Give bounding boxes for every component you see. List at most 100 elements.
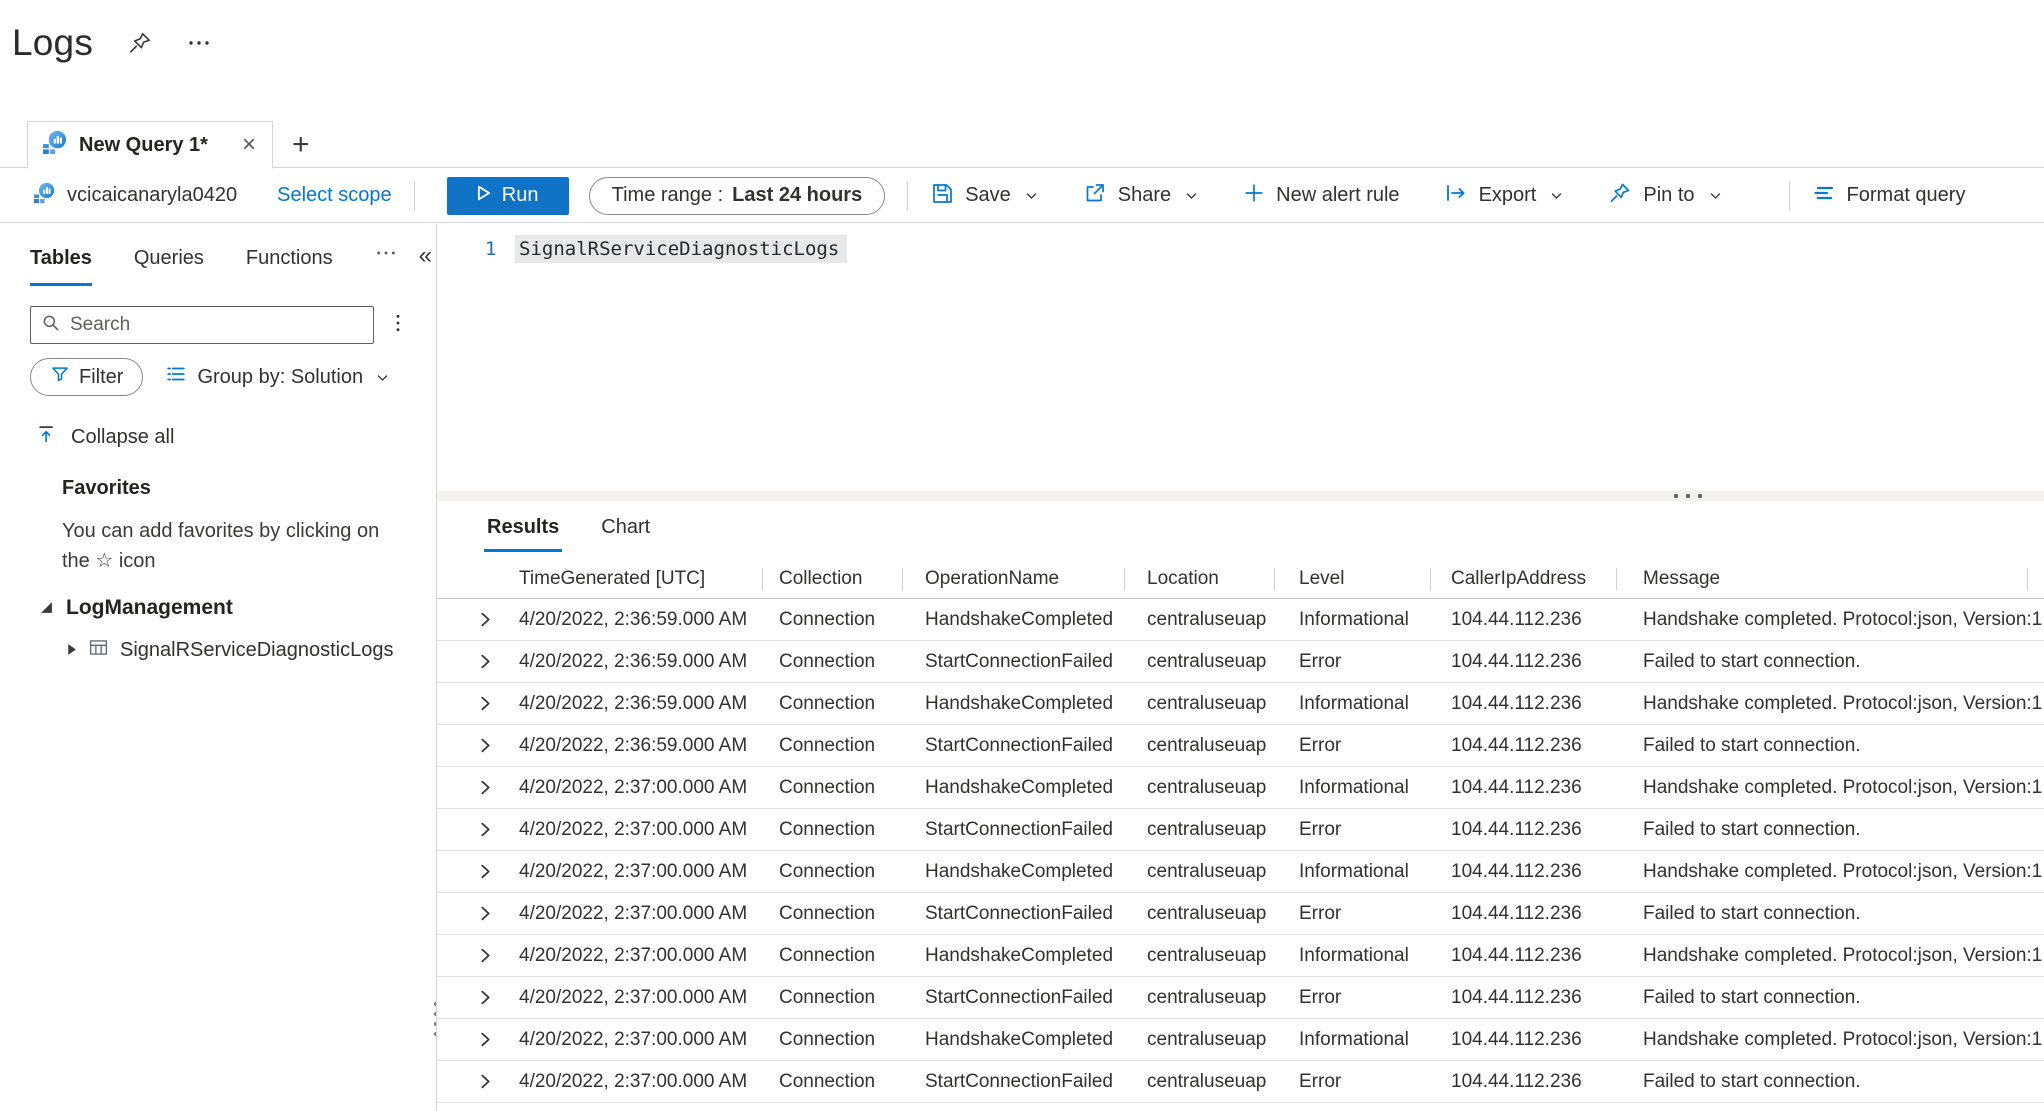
- column-header-message[interactable]: Message: [1617, 559, 2028, 598]
- tab-tables[interactable]: Tables: [30, 247, 92, 286]
- cell-operationname: HandshakeCompleted: [903, 683, 1125, 724]
- query-editor[interactable]: 1 SignalRServiceDiagnosticLogs: [437, 224, 2044, 491]
- table-row[interactable]: 4/20/2022, 2:37:00.000 AM Connection Sta…: [437, 809, 2044, 851]
- chevron-right-icon[interactable]: [474, 776, 497, 799]
- cell-message: Handshake completed. Protocol:json, Vers…: [1617, 1019, 2044, 1060]
- save-icon: [930, 181, 954, 211]
- format-query-button[interactable]: Format query: [1812, 181, 1966, 211]
- column-header-level[interactable]: Level: [1275, 559, 1431, 598]
- cell-location: centraluseuap: [1125, 1061, 1275, 1102]
- chevron-down-icon: [1708, 188, 1723, 203]
- new-alert-rule-button[interactable]: New alert rule: [1243, 182, 1399, 210]
- cell-calleripaddress: 104.44.112.236: [1431, 683, 1617, 724]
- cell-calleripaddress: 104.44.112.236: [1431, 599, 1617, 640]
- log-analytics-icon: [42, 130, 67, 160]
- more-options-icon[interactable]: [375, 242, 397, 269]
- main-content: 1 SignalRServiceDiagnosticLogs Results C…: [437, 224, 2044, 1111]
- tab-queries[interactable]: Queries: [134, 247, 204, 283]
- column-header-location[interactable]: Location: [1125, 559, 1275, 598]
- format-query-label: Format query: [1847, 184, 1966, 207]
- run-button[interactable]: Run: [447, 177, 569, 215]
- column-header-operationname[interactable]: OperationName: [903, 559, 1125, 598]
- chevron-right-icon[interactable]: [474, 944, 497, 967]
- cell-message: Handshake completed. Protocol:json, Vers…: [1617, 935, 2044, 976]
- pin-to-button[interactable]: Pin to: [1608, 181, 1722, 211]
- share-button[interactable]: Share: [1083, 181, 1199, 211]
- filter-button[interactable]: Filter: [30, 358, 143, 396]
- cell-level: Error: [1275, 809, 1431, 850]
- cell-timegenerated: 4/20/2022, 2:37:00.000 AM: [501, 893, 763, 934]
- line-number: 1: [485, 238, 496, 260]
- close-icon[interactable]: ×: [240, 133, 258, 157]
- search-input[interactable]: [70, 314, 363, 336]
- cell-operationname: HandshakeCompleted: [903, 935, 1125, 976]
- chevron-right-icon[interactable]: [474, 608, 497, 631]
- chevron-right-icon[interactable]: [474, 692, 497, 715]
- chevron-right-icon[interactable]: [474, 902, 497, 925]
- table-row[interactable]: 4/20/2022, 2:36:59.000 AM Connection Han…: [437, 599, 2044, 641]
- table-icon: [88, 637, 109, 664]
- table-row[interactable]: 4/20/2022, 2:36:59.000 AM Connection Sta…: [437, 725, 2044, 767]
- search-box[interactable]: [30, 306, 374, 344]
- collapse-all-icon: [36, 423, 58, 451]
- results-splitter[interactable]: [437, 491, 2044, 501]
- table-row[interactable]: 4/20/2022, 2:37:00.000 AM Connection Sta…: [437, 977, 2044, 1019]
- cell-level: Informational: [1275, 1019, 1431, 1060]
- tab-results[interactable]: Results: [484, 516, 562, 552]
- tab-new-query[interactable]: New Query 1* ×: [27, 121, 273, 169]
- column-header-collection[interactable]: Collection: [763, 559, 903, 598]
- search-icon: [41, 313, 61, 338]
- kebab-icon[interactable]: [388, 312, 408, 339]
- tree-item-signalrservicediagnosticlogs[interactable]: SignalRServiceDiagnosticLogs: [66, 637, 436, 664]
- chevron-right-icon[interactable]: [474, 1028, 497, 1051]
- chevron-right-icon[interactable]: [474, 818, 497, 841]
- table-row[interactable]: 4/20/2022, 2:37:00.000 AM Connection Sta…: [437, 893, 2044, 935]
- tab-chart[interactable]: Chart: [598, 516, 653, 552]
- search-row: [30, 306, 408, 344]
- table-row[interactable]: 4/20/2022, 2:37:00.000 AM Connection Han…: [437, 851, 2044, 893]
- cell-message: Failed to start connection.: [1617, 977, 2044, 1018]
- pin-icon[interactable]: [127, 30, 153, 56]
- new-tab-button[interactable]: +: [292, 127, 310, 163]
- cell-timegenerated: 4/20/2022, 2:37:00.000 AM: [501, 977, 763, 1018]
- chevron-right-icon[interactable]: [474, 650, 497, 673]
- cell-message: Handshake completed. Protocol:json, Vers…: [1617, 599, 2044, 640]
- chevron-right-icon[interactable]: [474, 986, 497, 1009]
- cell-collection: Connection: [763, 767, 903, 808]
- select-scope-link[interactable]: Select scope: [277, 184, 392, 207]
- cell-collection: Connection: [763, 1061, 903, 1102]
- run-label: Run: [502, 184, 539, 207]
- export-button[interactable]: Export: [1444, 181, 1565, 211]
- tab-functions[interactable]: Functions: [246, 247, 333, 283]
- cell-calleripaddress: 104.44.112.236: [1431, 1061, 1617, 1102]
- table-row[interactable]: 4/20/2022, 2:36:59.000 AM Connection Han…: [437, 683, 2044, 725]
- new-alert-rule-label: New alert rule: [1276, 184, 1399, 207]
- results-panel: Results Chart TimeGenerated [UTC] Collec…: [437, 501, 2044, 1111]
- collapse-pane-icon[interactable]: «: [419, 244, 432, 268]
- query-text[interactable]: SignalRServiceDiagnosticLogs: [515, 235, 847, 263]
- save-button[interactable]: Save: [930, 181, 1039, 211]
- more-options-icon[interactable]: [187, 31, 211, 55]
- table-row[interactable]: 4/20/2022, 2:37:00.000 AM Connection Han…: [437, 935, 2044, 977]
- chevron-right-icon[interactable]: [474, 860, 497, 883]
- time-range-picker[interactable]: Time range : Last 24 hours: [589, 177, 886, 215]
- favorites-title: Favorites: [62, 477, 436, 500]
- chevron-right-icon[interactable]: [474, 734, 497, 757]
- results-table-body: 4/20/2022, 2:36:59.000 AM Connection Han…: [437, 599, 2044, 1103]
- group-by-dropdown[interactable]: Group by: Solution: [165, 363, 390, 391]
- cell-level: Informational: [1275, 683, 1431, 724]
- table-row[interactable]: 4/20/2022, 2:36:59.000 AM Connection Sta…: [437, 641, 2044, 683]
- drag-handle-dots[interactable]: [1674, 494, 1702, 498]
- cell-collection: Connection: [763, 809, 903, 850]
- collapse-all-button[interactable]: Collapse all: [36, 423, 436, 451]
- table-row[interactable]: 4/20/2022, 2:37:00.000 AM Connection Sta…: [437, 1061, 2044, 1103]
- cell-operationname: StartConnectionFailed: [903, 809, 1125, 850]
- table-row[interactable]: 4/20/2022, 2:37:00.000 AM Connection Han…: [437, 1019, 2044, 1061]
- time-range-value: Last 24 hours: [732, 184, 862, 207]
- chevron-right-icon[interactable]: [474, 1070, 497, 1093]
- save-label: Save: [965, 184, 1011, 207]
- column-header-timegenerated[interactable]: TimeGenerated [UTC]: [501, 559, 763, 598]
- column-header-calleripaddress[interactable]: CallerIpAddress: [1431, 559, 1617, 598]
- tree-group-logmanagement[interactable]: LogManagement: [40, 596, 436, 620]
- table-row[interactable]: 4/20/2022, 2:37:00.000 AM Connection Han…: [437, 767, 2044, 809]
